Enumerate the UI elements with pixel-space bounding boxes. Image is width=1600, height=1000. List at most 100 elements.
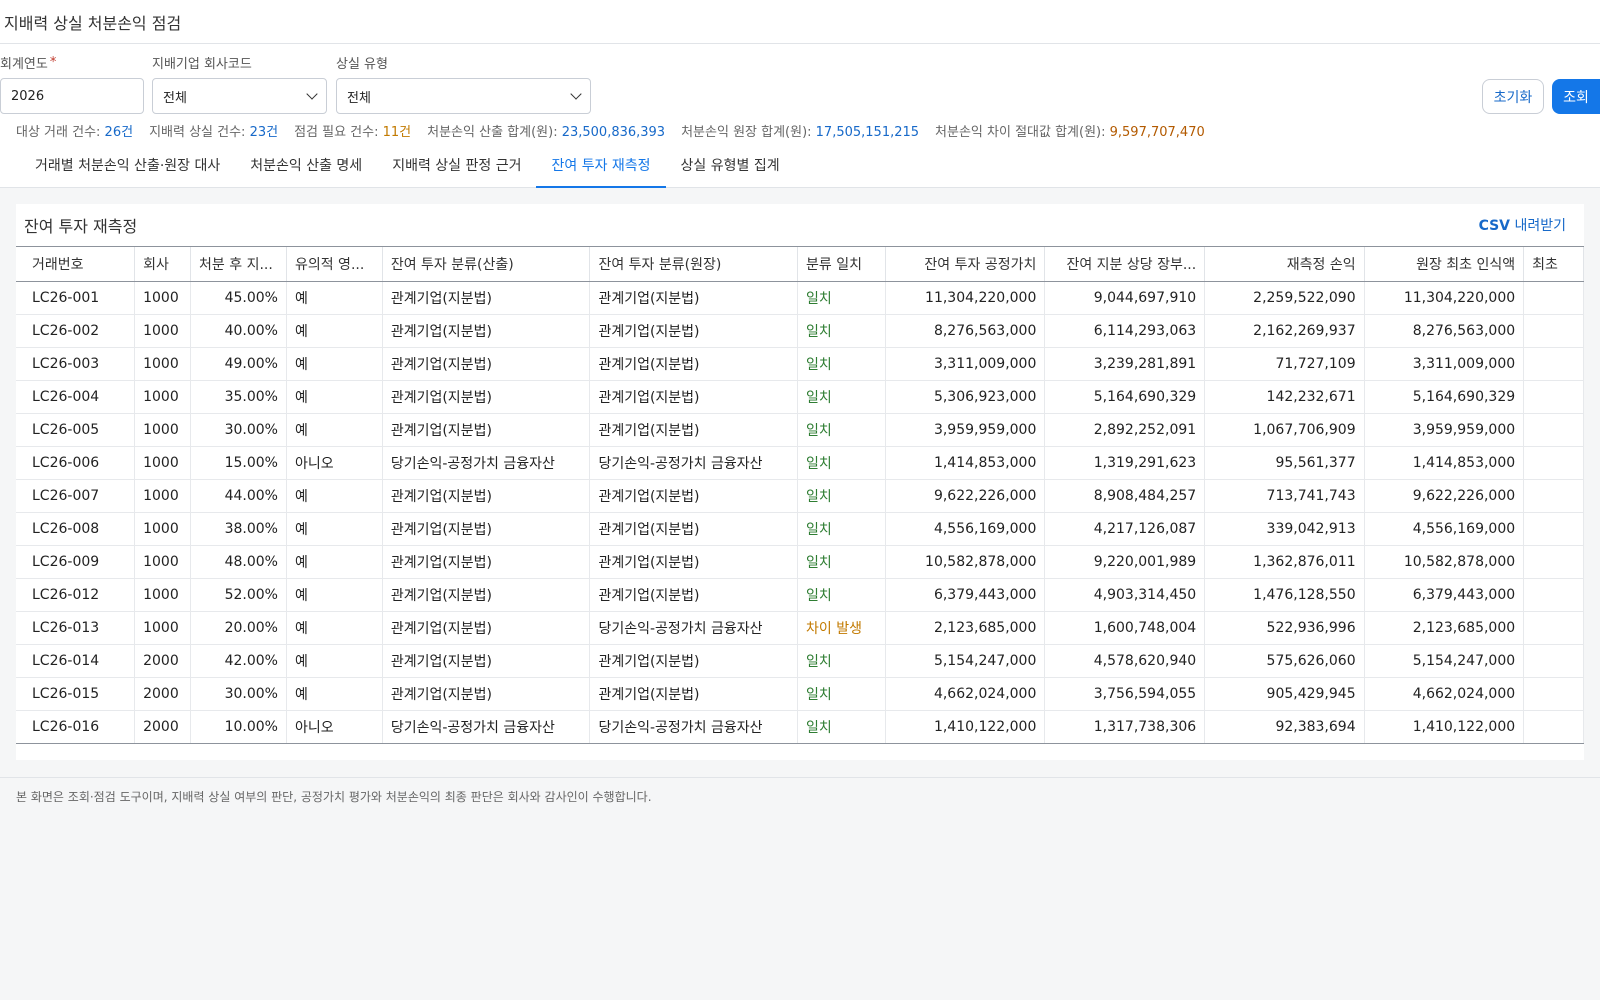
table-cell: 당기손익-공정가치 금융자산 [589, 710, 799, 744]
table-row[interactable]: LC26-008 1000 38.00% 예 관계기업(지분법) 관계기업(지분법) 일치 4… [16, 512, 1584, 546]
table-cell: 2,123,685,000 [1364, 611, 1525, 645]
tab-type-summary[interactable]: 상실 유형별 집계 [666, 144, 795, 188]
table-row[interactable]: LC26-004 1000 35.00% 예 관계기업(지분법) 관계기업(지분법) 일치 5… [16, 380, 1584, 414]
table-cell: LC26-004 [16, 380, 136, 414]
table-row[interactable]: LC26-002 1000 40.00% 예 관계기업(지분법) 관계기업(지분법) 일치 8… [16, 314, 1584, 348]
table-cell [1523, 611, 1584, 645]
table-cell: 1000 [134, 281, 192, 315]
table-row[interactable]: LC26-001 1000 45.00% 예 관계기업(지분법) 관계기업(지분법) 일치 1… [16, 281, 1584, 315]
table-cell: 1,410,122,000 [885, 710, 1046, 744]
table-row[interactable]: LC26-007 1000 44.00% 예 관계기업(지분법) 관계기업(지분법) 일치 9… [16, 479, 1584, 513]
loss-type-label: 상실 유형 [336, 56, 388, 72]
table-cell: 30.00% [190, 413, 287, 447]
table-cell: 5,164,690,329 [1044, 380, 1206, 414]
fiscal-year-input[interactable]: 2026 [0, 78, 144, 114]
table-cell: 2000 [134, 710, 192, 744]
col-header-initial[interactable]: 최초 [1523, 247, 1584, 282]
table-cell: 1000 [134, 512, 192, 546]
reset-button[interactable]: 초기화 [1482, 79, 1544, 114]
table-cell: 10,582,878,000 [885, 545, 1046, 579]
tab-loss-basis[interactable]: 지배력 상실 판정 근거 [377, 144, 536, 188]
summary-calc-total: 처분손익 산출 합계(원): 23,500,836,393 [427, 124, 666, 140]
table-cell: 일치 [797, 314, 886, 348]
table-cell: 당기손익-공정가치 금융자산 [382, 710, 591, 744]
col-header-class-calc[interactable]: 잔여 투자 분류(산출) [382, 247, 591, 282]
table-cell: 일치 [797, 710, 886, 744]
search-button[interactable]: 조회 [1552, 79, 1600, 114]
table-cell: 3,959,959,000 [1364, 413, 1525, 447]
table-cell: 1,414,853,000 [885, 446, 1046, 480]
field-company-code: 지배기업 회사코드 전체 [152, 52, 327, 114]
table-row[interactable]: LC26-005 1000 30.00% 예 관계기업(지분법) 관계기업(지분법) 일치 3… [16, 413, 1584, 447]
col-header-significant-influence[interactable]: 유의적 영... [286, 247, 383, 282]
table-cell: LC26-007 [16, 479, 136, 513]
col-header-remeasure-gain[interactable]: 재측정 손익 [1204, 247, 1365, 282]
table-cell: 관계기업(지분법) [589, 479, 799, 513]
col-header-ledger-initial[interactable]: 원장 최초 인식액 [1364, 247, 1525, 282]
table-row[interactable]: LC26-013 1000 20.00% 예 관계기업(지분법) 당기손익-공정가치 금융… [16, 611, 1584, 645]
table-cell [1523, 281, 1584, 315]
table-cell: 관계기업(지분법) [589, 413, 799, 447]
tab-reconciliation[interactable]: 거래별 처분손익 산출·원장 대사 [20, 144, 235, 188]
table-cell: 당기손익-공정가치 금융자산 [382, 446, 591, 480]
panel-header: 잔여 투자 재측정 CSV 내려받기 [16, 204, 1584, 246]
loss-type-value: 전체 [347, 90, 371, 106]
table-cell: 42.00% [190, 644, 287, 678]
col-header-class-match[interactable]: 분류 일치 [797, 247, 886, 282]
table-cell: 38.00% [190, 512, 287, 546]
table-row[interactable]: LC26-012 1000 52.00% 예 관계기업(지분법) 관계기업(지분법) 일치 6… [16, 578, 1584, 612]
table-cell: 11,304,220,000 [1364, 281, 1525, 315]
table-body: LC26-001 1000 45.00% 예 관계기업(지분법) 관계기업(지분법) 일치 1… [16, 281, 1584, 744]
fiscal-year-value: 2026 [11, 88, 45, 104]
table-row[interactable]: LC26-009 1000 48.00% 예 관계기업(지분법) 관계기업(지분법) 일치 1… [16, 545, 1584, 579]
table-cell [1523, 512, 1584, 546]
fiscal-year-label: 회계연도 [0, 56, 48, 72]
table-cell: LC26-009 [16, 545, 136, 579]
company-code-select[interactable]: 전체 [152, 78, 327, 114]
table-row[interactable]: LC26-003 1000 49.00% 예 관계기업(지분법) 관계기업(지분법) 일치 3… [16, 347, 1584, 381]
table-row[interactable]: LC26-014 2000 42.00% 예 관계기업(지분법) 관계기업(지분법) 일치 5… [16, 644, 1584, 678]
table-scroll-area[interactable]: 거래번호 회사 처분 후 지... 유의적 영... 잔여 투자 분류(산출) … [16, 246, 1584, 744]
footer-disclaimer: 본 화면은 조회·점검 도구이며, 지배력 상실 여부의 판단, 공정가치 평가… [0, 777, 1600, 815]
table-cell: 관계기업(지분법) [382, 380, 591, 414]
table-cell: 1,600,748,004 [1044, 611, 1206, 645]
table-cell: 관계기업(지분법) [589, 545, 799, 579]
table-cell: 일치 [797, 347, 886, 381]
table-row[interactable]: LC26-016 2000 10.00% 아니오 당기손익-공정가치 금융자산 당기손익-… [16, 710, 1584, 744]
tab-remeasurement[interactable]: 잔여 투자 재측정 [536, 144, 666, 188]
table-cell: 관계기업(지분법) [382, 413, 591, 447]
table-cell: 관계기업(지분법) [382, 479, 591, 513]
table-row[interactable]: LC26-015 2000 30.00% 예 관계기업(지분법) 관계기업(지분법) 일치 4… [16, 677, 1584, 711]
table-cell: 4,217,126,087 [1044, 512, 1206, 546]
table-cell: 일치 [797, 578, 886, 612]
table-cell: 예 [286, 413, 383, 447]
table-cell: LC26-001 [16, 281, 136, 315]
csv-download-link[interactable]: CSV 내려받기 [1479, 215, 1566, 235]
tab-bar: 거래별 처분손익 산출·원장 대사 처분손익 산출 명세 지배력 상실 판정 근… [0, 144, 1600, 188]
table-cell: 1000 [134, 314, 192, 348]
loss-type-select[interactable]: 전체 [336, 78, 591, 114]
table-cell: 575,626,060 [1204, 644, 1365, 678]
table-cell: 2000 [134, 677, 192, 711]
table-cell: 1000 [134, 446, 192, 480]
table-cell [1523, 644, 1584, 678]
table-cell: 95,561,377 [1204, 446, 1365, 480]
table-cell: 15.00% [190, 446, 287, 480]
col-header-post-ratio[interactable]: 처분 후 지... [190, 247, 287, 282]
table-cell: 관계기업(지분법) [382, 545, 591, 579]
table-cell: 48.00% [190, 545, 287, 579]
table-row[interactable]: LC26-006 1000 15.00% 아니오 당기손익-공정가치 금융자산 당기손익-… [16, 446, 1584, 480]
col-header-trade-no[interactable]: 거래번호 [16, 247, 136, 282]
col-header-company[interactable]: 회사 [134, 247, 192, 282]
col-header-book-value[interactable]: 잔여 지분 상당 장부... [1044, 247, 1206, 282]
table-cell: 일치 [797, 413, 886, 447]
table-cell: 1,067,706,909 [1204, 413, 1365, 447]
table-cell: 1,476,128,550 [1204, 578, 1365, 612]
table-cell: 4,578,620,940 [1044, 644, 1206, 678]
tab-calc-detail[interactable]: 처분손익 산출 명세 [235, 144, 377, 188]
table-cell: 관계기업(지분법) [589, 281, 799, 315]
col-header-fair-value[interactable]: 잔여 투자 공정가치 [885, 247, 1046, 282]
table-cell: 당기손익-공정가치 금융자산 [589, 446, 799, 480]
col-header-class-ledger[interactable]: 잔여 투자 분류(원장) [589, 247, 799, 282]
table-cell: 1,317,738,306 [1044, 710, 1206, 744]
